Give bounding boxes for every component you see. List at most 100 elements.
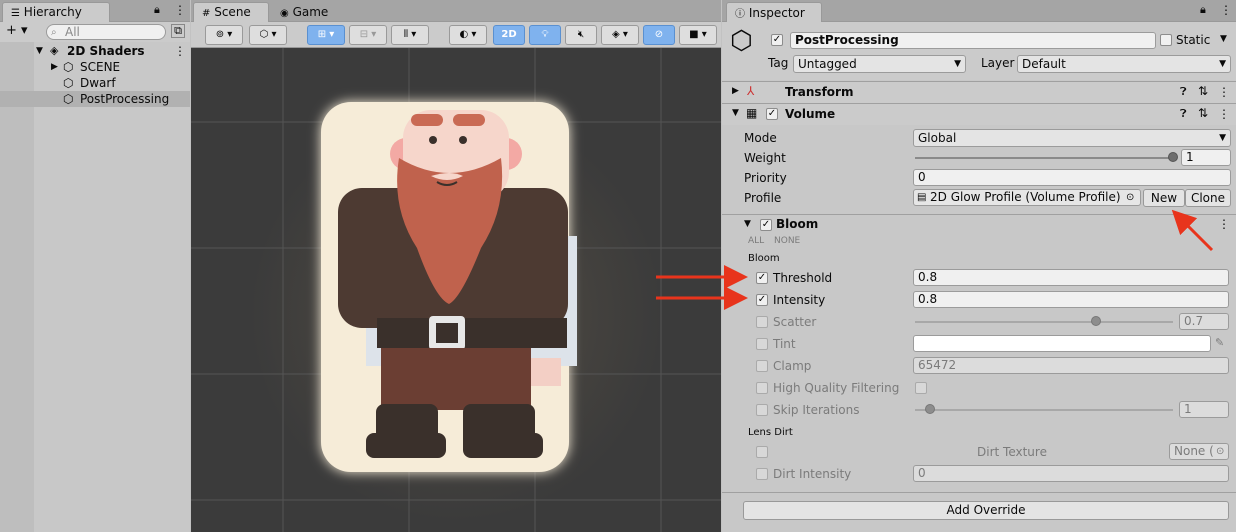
list-item[interactable]: ▶ ⬡ SCENE [0, 59, 190, 75]
chevron-down-icon: ▼ [1219, 133, 1226, 143]
gamepad-icon: ◉ [280, 8, 289, 19]
add-override-button[interactable]: Add Override [743, 501, 1229, 520]
skip-iterations-slider-knob[interactable] [925, 404, 936, 414]
scene-filter-icon[interactable]: ⧉ [171, 24, 185, 38]
all-toggle[interactable]: ALL [748, 236, 764, 246]
threshold-input[interactable]: 0.8 [913, 269, 1229, 286]
tag-label: Tag [768, 56, 789, 70]
skip-iterations-override-checkbox[interactable] [756, 404, 768, 416]
tab-hierarchy[interactable]: ☰ Hierarchy [2, 2, 110, 23]
tint-override-checkbox[interactable] [756, 338, 768, 350]
layer-dropdown[interactable]: Default ▼ [1017, 55, 1231, 73]
priority-input[interactable]: 0 [913, 169, 1231, 186]
expand-arrow-icon[interactable]: ▼ [732, 108, 739, 118]
clamp-input[interactable]: 65472 [913, 357, 1229, 374]
scene-root-label: 2D Shaders [67, 44, 145, 58]
tab-inspector[interactable]: ⓘ Inspector [726, 2, 822, 23]
weight-input[interactable]: 1 [1181, 149, 1231, 166]
tint-color-field[interactable] [913, 335, 1211, 352]
more-icon[interactable]: ⋮ [1218, 217, 1230, 231]
transform-component-header[interactable]: ▶ ⅄ Transform ❓︎ ⇅ ⋮ [722, 81, 1236, 103]
more-icon[interactable]: ⋮ [1220, 3, 1232, 17]
profile-object-field[interactable]: ▤ 2D Glow Profile (Volume Profile) ⊙ [913, 189, 1141, 206]
volume-title: Volume [785, 107, 836, 121]
add-button[interactable]: + ▾ [6, 23, 28, 38]
scatter-slider-track[interactable] [915, 321, 1173, 323]
list-item[interactable]: ⬡ Dwarf [0, 75, 190, 91]
shading-button[interactable]: ◐ ▾ [449, 25, 487, 45]
help-icon[interactable]: ❓︎ [1180, 85, 1187, 99]
tab-game[interactable]: ◉ Game [271, 2, 341, 23]
dirt-texture-override-checkbox[interactable] [756, 446, 768, 458]
expand-arrow-icon[interactable]: ▼ [744, 219, 751, 229]
render-mode-button[interactable]: ⬡ ▾ [249, 25, 287, 45]
clamp-override-checkbox[interactable] [756, 360, 768, 372]
help-icon[interactable]: ❓︎ [1180, 107, 1187, 121]
camera-button[interactable]: ■ ▾ [679, 25, 717, 45]
eyedropper-icon[interactable]: ✎ [1215, 336, 1224, 349]
static-checkbox[interactable] [1160, 34, 1172, 46]
lock-icon[interactable]: 🔒︎ [154, 3, 160, 17]
effects-button[interactable]: ◈ ▾ [601, 25, 639, 45]
list-item-selected[interactable]: ⬡ PostProcessing [0, 91, 190, 107]
mode-2d-button[interactable]: 2D [493, 25, 525, 45]
mode-dropdown[interactable]: Global ▼ [913, 129, 1231, 147]
object-header: ⬡ ✓ PostProcessing Static ▼ Tag Untagged… [722, 22, 1236, 80]
settings-icon[interactable]: ⇅ [1198, 106, 1208, 120]
lighting-icon[interactable]: 💡︎ [529, 25, 561, 45]
tag-dropdown[interactable]: Untagged ▼ [793, 55, 966, 73]
volume-component-header[interactable]: ▼ ▦ ✓ Volume ❓︎ ⇅ ⋮ [722, 103, 1236, 125]
scatter-override-checkbox[interactable] [756, 316, 768, 328]
hierarchy-panel: ☰ Hierarchy 🔒︎ ⋮ + ▾ ⌕ All ⧉ ▼ ◈ 2D Shad… [0, 0, 190, 532]
dirt-intensity-override-checkbox[interactable] [756, 468, 768, 480]
gameobject-icon: ⬡ [63, 76, 74, 90]
more-icon[interactable]: ⋮ [1218, 85, 1230, 99]
scatter-input[interactable]: 0.7 [1179, 313, 1229, 330]
bloom-override-header[interactable]: ▼ ✓ Bloom ⋮ [722, 214, 1236, 234]
object-name-input[interactable]: PostProcessing [790, 32, 1156, 49]
weight-slider-track[interactable] [915, 157, 1175, 159]
active-checkbox[interactable]: ✓ [771, 34, 783, 46]
skip-iterations-slider-track[interactable] [915, 409, 1173, 411]
grid-snap-button[interactable]: ⊞ ▾ [307, 25, 345, 45]
left-gutter [0, 42, 34, 532]
scatter-slider-knob[interactable] [1090, 316, 1101, 326]
audio-mute-icon[interactable]: 🔇︎ [565, 25, 597, 45]
more-icon[interactable]: ⋮ [174, 43, 186, 59]
tab-scene[interactable]: # Scene [193, 2, 269, 23]
object-picker-icon[interactable]: ⊙ [1216, 444, 1224, 459]
scene-viewport[interactable] [191, 48, 721, 532]
search-input[interactable]: ⌕ All [46, 24, 166, 40]
scene-root-row[interactable]: ▼ ◈ 2D Shaders ⋮ [0, 43, 190, 59]
ruler-button[interactable]: ⦀ ▾ [391, 25, 429, 45]
dirt-texture-field[interactable]: None ( ⊙ [1169, 443, 1229, 460]
threshold-override-checkbox[interactable]: ✓ [756, 272, 768, 284]
layer-label: Layer [981, 56, 1015, 70]
hq-filtering-checkbox[interactable] [915, 382, 927, 394]
volume-enabled-checkbox[interactable]: ✓ [766, 108, 778, 120]
hq-filtering-override-checkbox[interactable] [756, 382, 768, 394]
settings-icon[interactable]: ⇅ [1198, 84, 1208, 98]
none-toggle[interactable]: NONE [774, 236, 800, 246]
more-icon[interactable]: ⋮ [1218, 107, 1230, 121]
expand-arrow-icon[interactable]: ▶ [51, 59, 58, 75]
skip-iterations-input[interactable]: 1 [1179, 401, 1229, 418]
expand-arrow-icon[interactable]: ▶ [732, 86, 739, 96]
snap-increment-button[interactable]: ⊟ ▾ [349, 25, 387, 45]
dirt-intensity-input[interactable]: 0 [913, 465, 1229, 482]
weight-slider-knob[interactable] [1168, 152, 1178, 162]
dwarf-sprite[interactable] [191, 48, 721, 532]
expand-arrow-icon[interactable]: ▼ [36, 43, 43, 59]
bloom-enabled-checkbox[interactable]: ✓ [760, 219, 772, 231]
new-profile-button[interactable]: New [1143, 189, 1185, 207]
object-picker-icon[interactable]: ⊙ [1126, 190, 1134, 205]
gameobject-icon: ⬡ [730, 26, 753, 56]
lock-icon[interactable]: 🔒︎ [1200, 3, 1206, 17]
more-icon[interactable]: ⋮ [174, 3, 186, 17]
draw-mode-button[interactable]: ⊚ ▾ [205, 25, 243, 45]
hidden-objects-icon[interactable]: ⊘ [643, 25, 675, 45]
intensity-input[interactable]: 0.8 [913, 291, 1229, 308]
clone-profile-button[interactable]: Clone [1185, 189, 1231, 207]
intensity-override-checkbox[interactable]: ✓ [756, 294, 768, 306]
static-dropdown-arrow[interactable]: ▼ [1220, 34, 1227, 44]
